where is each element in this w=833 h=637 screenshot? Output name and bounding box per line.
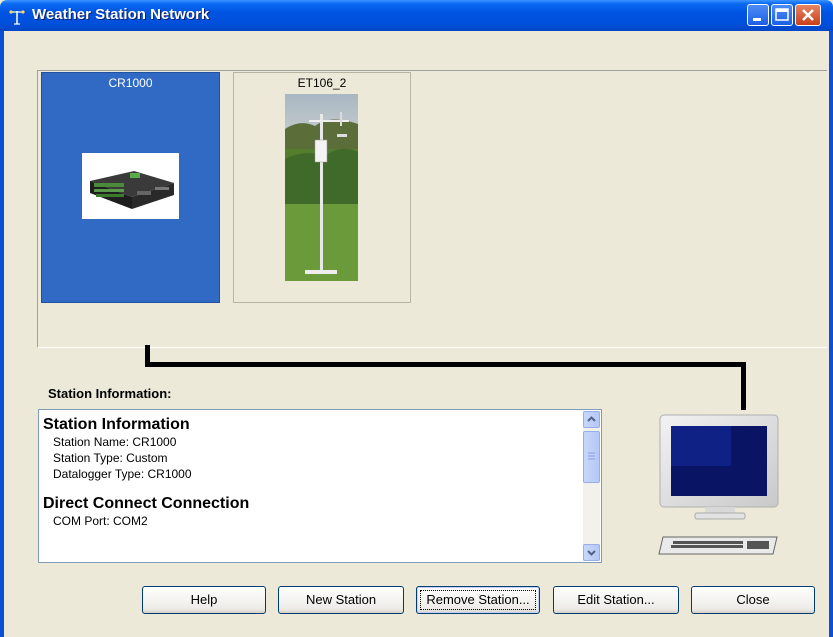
scroll-up-button[interactable] [583, 411, 600, 428]
info-line: COM Port: COM2 [53, 514, 148, 528]
info-line: Station Type: Custom [53, 451, 168, 465]
datalogger-image [82, 153, 179, 219]
connection-line-vertical-right [741, 362, 746, 410]
close-icon [802, 9, 814, 21]
maximize-button[interactable] [771, 4, 793, 26]
new-station-button[interactable]: New Station [278, 586, 404, 614]
minimize-button[interactable] [747, 4, 769, 26]
station-information-label: Station Information: [48, 386, 172, 401]
window-title: Weather Station Network [32, 6, 210, 23]
vertical-scrollbar[interactable] [583, 411, 600, 561]
scroll-down-button[interactable] [583, 544, 600, 561]
computer-icon [658, 414, 779, 555]
close-window-button[interactable] [795, 4, 821, 26]
info-line: Datalogger Type: CR1000 [53, 467, 192, 481]
station-name-label: CR1000 [108, 76, 153, 90]
chevron-up-icon [587, 416, 596, 422]
edit-station-button[interactable]: Edit Station... [553, 586, 679, 614]
info-line: Station Name: CR1000 [53, 435, 177, 449]
help-button[interactable]: Help [142, 586, 266, 614]
weather-tower-image [285, 94, 358, 281]
chevron-down-icon [587, 550, 596, 556]
title-bar[interactable]: Weather Station Network [0, 0, 833, 31]
station-information-box[interactable]: Station Information Station Name: CR1000… [38, 409, 602, 563]
remove-station-button[interactable]: Remove Station... [416, 586, 540, 614]
maximize-icon [775, 8, 789, 21]
weather-station-app-icon [9, 10, 25, 25]
grip-icon [588, 452, 595, 460]
station-name-label: ET106_2 [297, 76, 347, 90]
station-tile-et106-2[interactable]: ET106_2 [233, 72, 411, 303]
close-button[interactable]: Close [691, 586, 815, 614]
section-heading: Station Information [43, 416, 190, 433]
station-tile-cr1000[interactable]: CR1000 [41, 72, 220, 303]
scroll-thumb[interactable] [583, 431, 600, 483]
section-heading: Direct Connect Connection [43, 495, 250, 512]
connection-line-horizontal [145, 362, 746, 367]
minimize-icon [753, 18, 761, 21]
